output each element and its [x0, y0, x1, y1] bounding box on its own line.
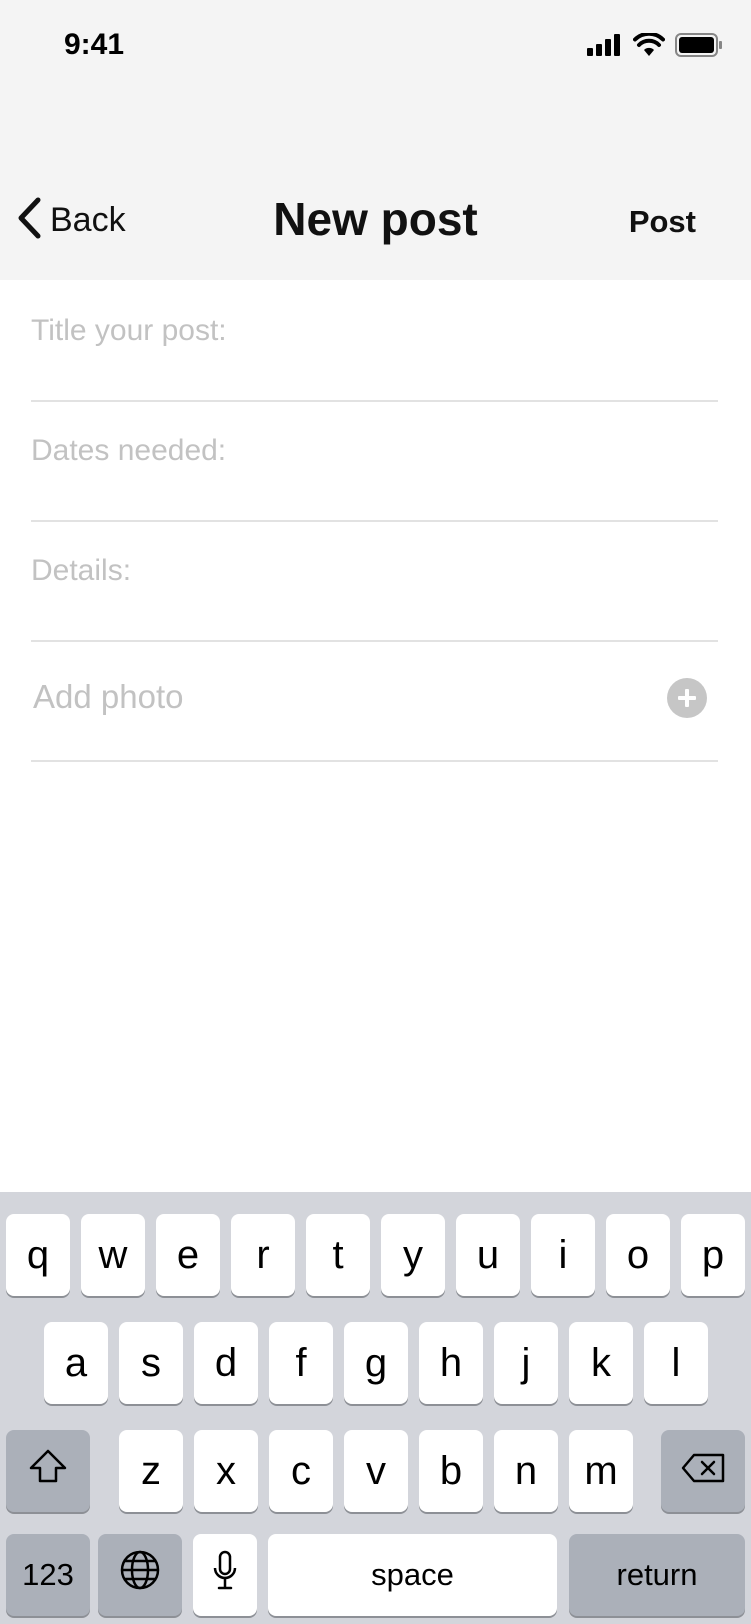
- add-photo-row[interactable]: Add photo: [31, 640, 718, 762]
- key-y[interactable]: y: [381, 1214, 445, 1296]
- key-j[interactable]: j: [494, 1322, 558, 1404]
- key-i[interactable]: i: [531, 1214, 595, 1296]
- key-s[interactable]: s: [119, 1322, 183, 1404]
- delete-key[interactable]: [661, 1430, 745, 1512]
- key-l[interactable]: l: [644, 1322, 708, 1404]
- wifi-icon: [633, 31, 665, 62]
- microphone-icon: [212, 1550, 238, 1600]
- key-b[interactable]: b: [419, 1430, 483, 1512]
- key-o[interactable]: o: [606, 1214, 670, 1296]
- key-w[interactable]: w: [81, 1214, 145, 1296]
- key-u[interactable]: u: [456, 1214, 520, 1296]
- shift-icon: [28, 1448, 68, 1494]
- battery-icon: [675, 32, 723, 62]
- backspace-icon: [680, 1449, 726, 1494]
- key-c[interactable]: c: [269, 1430, 333, 1512]
- keyboard: q w e r t y u i o p a s d f g h j k l z …: [0, 1192, 751, 1624]
- dates-field: [31, 400, 718, 522]
- globe-key[interactable]: [98, 1534, 182, 1616]
- space-key[interactable]: space: [268, 1534, 557, 1616]
- status-time: 9:41: [64, 28, 125, 61]
- key-k[interactable]: k: [569, 1322, 633, 1404]
- title-field: [31, 280, 718, 402]
- shift-key[interactable]: [6, 1430, 90, 1512]
- key-d[interactable]: d: [194, 1322, 258, 1404]
- globe-icon: [119, 1549, 161, 1601]
- key-n[interactable]: n: [494, 1430, 558, 1512]
- return-key[interactable]: return: [569, 1534, 745, 1616]
- numbers-key[interactable]: 123: [6, 1534, 90, 1616]
- key-q[interactable]: q: [6, 1214, 70, 1296]
- key-m[interactable]: m: [569, 1430, 633, 1512]
- dates-input[interactable]: [31, 434, 718, 468]
- key-r[interactable]: r: [231, 1214, 295, 1296]
- key-h[interactable]: h: [419, 1322, 483, 1404]
- key-e[interactable]: e: [156, 1214, 220, 1296]
- title-input[interactable]: [31, 314, 718, 348]
- status-icons: [587, 31, 723, 62]
- mic-key[interactable]: [193, 1534, 257, 1616]
- signal-icon: [587, 33, 623, 61]
- details-field: [31, 520, 718, 642]
- key-v[interactable]: v: [344, 1430, 408, 1512]
- add-photo-label: Add photo: [33, 678, 184, 715]
- header: 9:41 Back New post Post: [0, 0, 751, 280]
- key-a[interactable]: a: [44, 1322, 108, 1404]
- key-g[interactable]: g: [344, 1322, 408, 1404]
- key-f[interactable]: f: [269, 1322, 333, 1404]
- plus-icon[interactable]: [667, 678, 707, 718]
- key-t[interactable]: t: [306, 1214, 370, 1296]
- post-button[interactable]: Post: [629, 204, 696, 240]
- key-p[interactable]: p: [681, 1214, 745, 1296]
- key-x[interactable]: x: [194, 1430, 258, 1512]
- details-input[interactable]: [31, 554, 718, 588]
- key-z[interactable]: z: [119, 1430, 183, 1512]
